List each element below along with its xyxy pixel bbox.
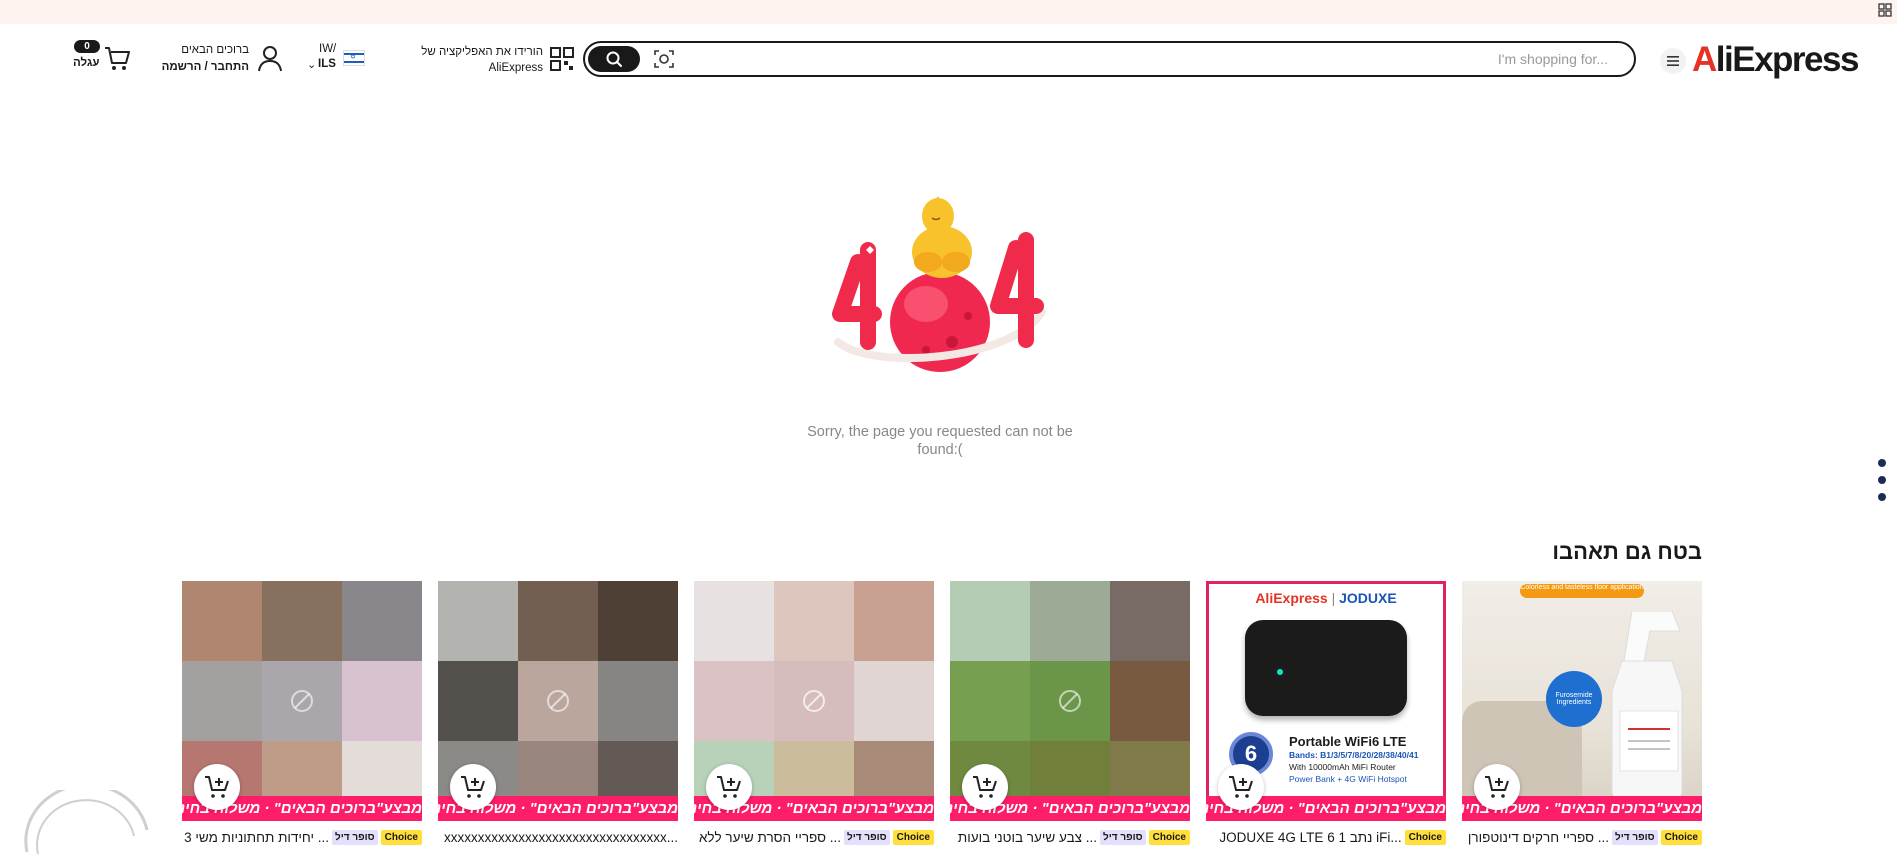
product-title[interactable]: Choice JODUXE 4G LTE נתב 1 6 iFi... (1206, 827, 1446, 847)
add-to-cart-button[interactable] (1474, 764, 1520, 810)
camera-search-icon[interactable] (653, 48, 675, 70)
hamburger-icon (1667, 56, 1679, 66)
product-title[interactable]: Choice סופר דיל 3 יחידות תחתוניות משי ..… (182, 827, 422, 847)
add-to-cart-icon (205, 776, 229, 798)
side-dot[interactable] (1878, 493, 1886, 501)
search-button[interactable] (588, 46, 640, 72)
image-placeholder-icon (291, 690, 313, 712)
recommendations-title: בטח גם תאהבו (1552, 539, 1702, 564)
add-to-cart-button[interactable] (962, 764, 1008, 810)
watermark-logo (24, 790, 149, 855)
image-placeholder-icon (547, 690, 569, 712)
choice-badge: Choice (1148, 829, 1190, 845)
product-image[interactable]: מבצע"ברוכים הבאים" · משלוח בחינם (950, 581, 1190, 821)
add-to-cart-icon (1485, 776, 1509, 798)
product-card[interactable]: Colorless and tasteless floor applicatio… (1462, 581, 1702, 855)
user-icon (258, 46, 282, 72)
cart-count-badge: 0 (74, 40, 100, 53)
chevron-down-icon: ⌄ (307, 59, 317, 71)
choice-badge: Choice (892, 829, 934, 845)
add-to-cart-icon (461, 776, 485, 798)
super-deal-badge: סופר דיל (332, 829, 378, 845)
product-image[interactable]: AliExpress | JODUXE 6 Portable WiFi6 LTE… (1206, 581, 1446, 821)
image-placeholder-icon (803, 690, 825, 712)
add-to-cart-button[interactable] (194, 764, 240, 810)
product-title[interactable]: Choice סופר דיל צבע שיער בוטני בועות ... (950, 827, 1190, 847)
product-title[interactable]: Choice סופר דיל ספריי חרקים דינוטפורן ..… (1462, 827, 1702, 847)
app-download[interactable]: הורידו את האפליקציה של AliExpress (405, 42, 575, 76)
cart-button[interactable]: 0 עגלה (70, 40, 134, 76)
add-to-cart-button[interactable] (450, 764, 496, 810)
product-grid: Colorless and tasteless floor applicatio… (182, 581, 1702, 855)
search-icon (606, 51, 622, 67)
welcome-text: ברוכים הבאים (181, 44, 249, 56)
super-deal-badge: סופר דיל (1612, 829, 1658, 845)
add-to-cart-icon (973, 776, 997, 798)
search-bar (583, 41, 1636, 77)
aliexpress-logo[interactable]: AliExpress (1692, 40, 1859, 80)
product-card[interactable]: מבצע"ברוכים הבאים" · משלוח בחינם xxxxxxx… (438, 581, 678, 855)
super-deal-badge: סופר דיל (844, 829, 890, 845)
not-found-message: Sorry, the page you requested can not be… (807, 424, 1073, 458)
grid-icon[interactable] (1877, 2, 1893, 18)
product-card[interactable]: AliExpress | JODUXE 6 Portable WiFi6 LTE… (1206, 581, 1446, 855)
product-title[interactable]: Choice סופר דיל ספריי הסרת שיער ללא ... (694, 827, 934, 847)
qr-code-icon (550, 47, 574, 71)
top-strip (0, 0, 1897, 24)
side-navigation[interactable] (1878, 459, 1888, 509)
super-deal-badge: סופר דיל (1100, 829, 1146, 845)
choice-badge: Choice (380, 829, 422, 845)
add-to-cart-icon (717, 776, 741, 798)
product-image[interactable]: מבצע"ברוכים הבאים" · משלוח בחינם (182, 581, 422, 821)
language-currency-selector[interactable]: ✡ IW/ ⌄ ILS (305, 42, 367, 74)
product-card[interactable]: מבצע"ברוכים הבאים" · משלוח בחינם Choice … (950, 581, 1190, 855)
choice-badge: Choice (1404, 829, 1446, 845)
app-download-text: הורידו את האפליקציה של AliExpress (421, 46, 543, 74)
product-image[interactable]: מבצע"ברוכים הבאים" · משלוח בחינם (694, 581, 934, 821)
choice-badge: Choice (1660, 829, 1702, 845)
cart-label: עגלה (73, 57, 100, 69)
404-illustration (832, 196, 1046, 372)
signin-register-link[interactable]: התחבר / הרשמה (162, 59, 249, 76)
search-input[interactable] (728, 48, 1608, 70)
menu-button[interactable] (1660, 48, 1686, 74)
image-placeholder-icon (1059, 690, 1081, 712)
product-image[interactable]: Colorless and tasteless floor applicatio… (1462, 581, 1702, 821)
side-dot[interactable] (1878, 476, 1886, 484)
product-card[interactable]: מבצע"ברוכים הבאים" · משלוח בחינם Choice … (694, 581, 934, 855)
product-title[interactable]: xxxxxxxxxxxxxxxxxxxxxxxxxxxxxxxxx... (438, 827, 678, 847)
product-image[interactable]: מבצע"ברוכים הבאים" · משלוח בחינם (438, 581, 678, 821)
add-to-cart-button[interactable] (1218, 764, 1264, 810)
side-dot[interactable] (1878, 459, 1886, 467)
add-to-cart-icon (1229, 776, 1253, 798)
cart-icon (105, 47, 130, 70)
add-to-cart-button[interactable] (706, 764, 752, 810)
israel-flag-icon: ✡ (343, 50, 365, 66)
product-card[interactable]: מבצע"ברוכים הבאים" · משלוח בחינם Choice … (182, 581, 422, 855)
account-signin[interactable]: ברוכים הבאים התחבר / הרשמה (162, 40, 283, 76)
